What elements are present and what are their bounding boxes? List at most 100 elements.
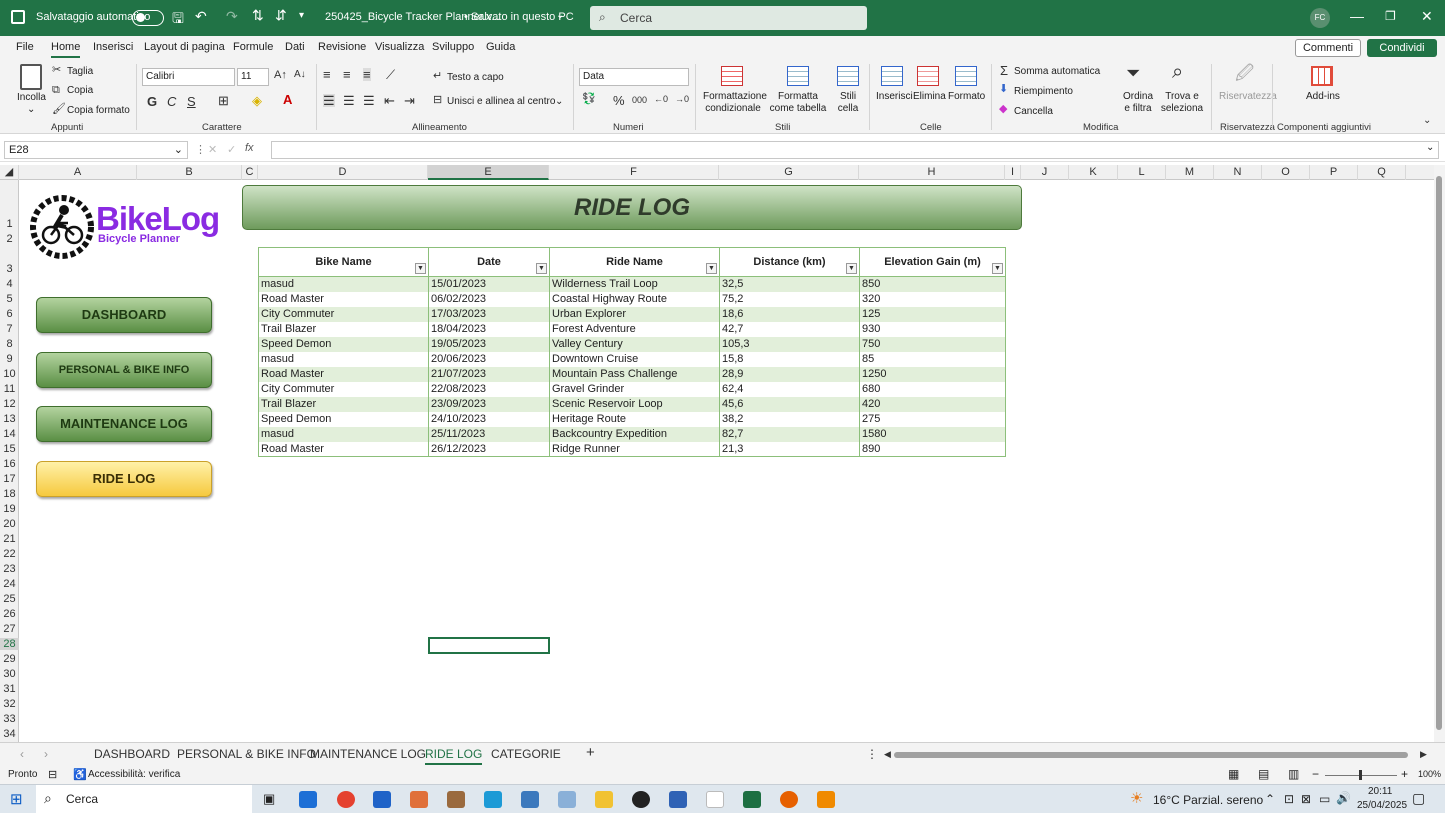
row-header[interactable]: 4	[0, 278, 19, 290]
column-header[interactable]: H	[859, 165, 1005, 180]
tray-chevron-icon[interactable]: ⌃	[1265, 792, 1275, 806]
autosum-icon[interactable]: Σ	[1000, 64, 1008, 77]
volume-icon[interactable]: 🔊	[1336, 791, 1351, 805]
table-cell[interactable]: Mountain Pass Challenge	[549, 366, 720, 382]
task-view-icon[interactable]: ▣	[263, 791, 275, 807]
fill-color-icon[interactable]: ◈	[252, 94, 262, 107]
column-header[interactable]: L	[1118, 165, 1166, 180]
table-cell[interactable]: 75,2	[719, 291, 860, 307]
sort-ascending-icon[interactable]: ⇅	[252, 7, 264, 24]
row-header[interactable]: 30	[0, 668, 19, 680]
table-cell[interactable]: Forest Adventure	[549, 321, 720, 337]
delete-cells-button[interactable]: Elimina	[913, 91, 946, 102]
comments-button[interactable]: Commenti	[1295, 39, 1361, 57]
addins-button[interactable]: Add-ins	[1306, 91, 1340, 102]
table-cell[interactable]: 22/08/2023	[428, 381, 550, 397]
table-cell[interactable]: Downtown Cruise	[549, 351, 720, 367]
excel-icon[interactable]	[743, 791, 761, 808]
notepad-icon[interactable]	[706, 791, 724, 808]
excel-app-icon[interactable]	[11, 10, 25, 24]
table-cell[interactable]: 82,7	[719, 426, 860, 442]
normal-view-icon[interactable]: ▦	[1228, 767, 1239, 781]
table-cell[interactable]: 680	[859, 381, 1006, 397]
table-cell[interactable]: 15/01/2023	[428, 276, 550, 292]
vlc-icon[interactable]	[817, 791, 835, 808]
orientation-icon[interactable]: ⟋	[386, 68, 395, 81]
file-explorer-icon[interactable]	[595, 791, 613, 808]
row-header[interactable]: 17	[0, 473, 19, 485]
row-header[interactable]: 21	[0, 533, 19, 545]
restore-icon[interactable]: ❐	[1385, 9, 1396, 23]
table-cell[interactable]: 21/07/2023	[428, 366, 550, 382]
paste-icon[interactable]	[20, 64, 42, 90]
italic-button[interactable]: C	[167, 95, 176, 108]
table-cell[interactable]: 24/10/2023	[428, 411, 550, 427]
table-cell[interactable]: Backcountry Expedition	[549, 426, 720, 442]
sheet-tab-categorie[interactable]: CATEGORIE	[491, 747, 561, 761]
tab-review[interactable]: Revisione	[318, 41, 366, 53]
format-table-icon[interactable]	[787, 66, 809, 86]
conditional-format-button[interactable]: Formattazione condizionale	[703, 91, 767, 115]
table-cell[interactable]: City Commuter	[258, 306, 429, 322]
table-cell[interactable]: 26/12/2023	[428, 441, 550, 457]
table-cell[interactable]: 850	[859, 276, 1006, 292]
row-header[interactable]: 27	[0, 623, 19, 635]
table-cell[interactable]: 28,9	[719, 366, 860, 382]
column-header[interactable]: I	[1005, 165, 1021, 180]
column-header[interactable]: J	[1021, 165, 1069, 180]
table-cell[interactable]: Wilderness Trail Loop	[549, 276, 720, 292]
row-header[interactable]: 8	[0, 338, 19, 350]
tab-home[interactable]: Home	[51, 41, 81, 58]
chevron-down-icon[interactable]: ⌄	[556, 10, 564, 21]
dashboard-button[interactable]: DASHBOARD	[36, 297, 212, 333]
column-header[interactable]: A	[19, 165, 137, 180]
minimize-icon[interactable]: —	[1350, 8, 1364, 24]
table-cell[interactable]: 20/06/2023	[428, 351, 550, 367]
row-header[interactable]: 5	[0, 293, 19, 305]
chrome-icon[interactable]	[337, 791, 355, 808]
edge-icon[interactable]	[299, 791, 317, 808]
page-break-view-icon[interactable]: ▥	[1288, 767, 1299, 781]
table-cell[interactable]: 320	[859, 291, 1006, 307]
search-box[interactable]: ⌕ Cerca	[590, 6, 867, 30]
hscroll-left-icon[interactable]: ◀	[884, 749, 891, 760]
app-icon[interactable]	[447, 791, 465, 808]
autosave-toggle[interactable]	[132, 10, 164, 26]
security-icon[interactable]	[669, 791, 687, 808]
align-right-icon[interactable]: ☰	[363, 94, 375, 107]
table-cell[interactable]: 125	[859, 306, 1006, 322]
column-header[interactable]: B	[137, 165, 242, 180]
column-header[interactable]: M	[1166, 165, 1214, 180]
table-cell[interactable]: 38,2	[719, 411, 860, 427]
table-cell[interactable]: Road Master	[258, 441, 429, 457]
row-header[interactable]: 31	[0, 683, 19, 695]
row-header[interactable]: 7	[0, 323, 19, 335]
scroll-tabs-left-icon[interactable]: ‹	[20, 747, 24, 761]
table-cell[interactable]: City Commuter	[258, 381, 429, 397]
undo-icon[interactable]: ↶	[195, 8, 207, 25]
scissors-icon[interactable]: ✂	[52, 65, 61, 76]
insert-function-icon[interactable]: fx	[245, 142, 254, 154]
tab-page-layout[interactable]: Layout di pagina	[144, 41, 225, 53]
zoom-level[interactable]: 100%	[1418, 769, 1441, 779]
table-cell[interactable]: 21,3	[719, 441, 860, 457]
add-sheet-button[interactable]: +	[586, 744, 595, 761]
insert-cells-icon[interactable]	[881, 66, 903, 86]
close-icon[interactable]: ✕	[1421, 8, 1433, 25]
table-cell[interactable]: 750	[859, 336, 1006, 352]
row-header[interactable]: 26	[0, 608, 19, 620]
addins-icon[interactable]	[1311, 66, 1333, 86]
filter-dropdown-icon[interactable]: ▼	[846, 263, 857, 274]
increase-decimal-icon[interactable]: ←0	[654, 95, 668, 104]
tab-data[interactable]: Dati	[285, 41, 305, 53]
eraser-icon[interactable]: ◆	[999, 104, 1007, 115]
formula-input[interactable]	[271, 141, 1439, 159]
sensitivity-button[interactable]: Riservatezza	[1219, 91, 1277, 102]
cell-styles-icon[interactable]	[837, 66, 859, 86]
table-cell[interactable]: 1250	[859, 366, 1006, 382]
align-left-icon[interactable]: ☰	[323, 94, 335, 107]
sheet-tab-personal-bike-info[interactable]: PERSONAL & BIKE INFO	[177, 747, 316, 761]
table-cell[interactable]: 930	[859, 321, 1006, 337]
row-header[interactable]: 32	[0, 698, 19, 710]
sheet-tab-maintenance-log[interactable]: MAINTENANCE LOG	[310, 747, 426, 761]
